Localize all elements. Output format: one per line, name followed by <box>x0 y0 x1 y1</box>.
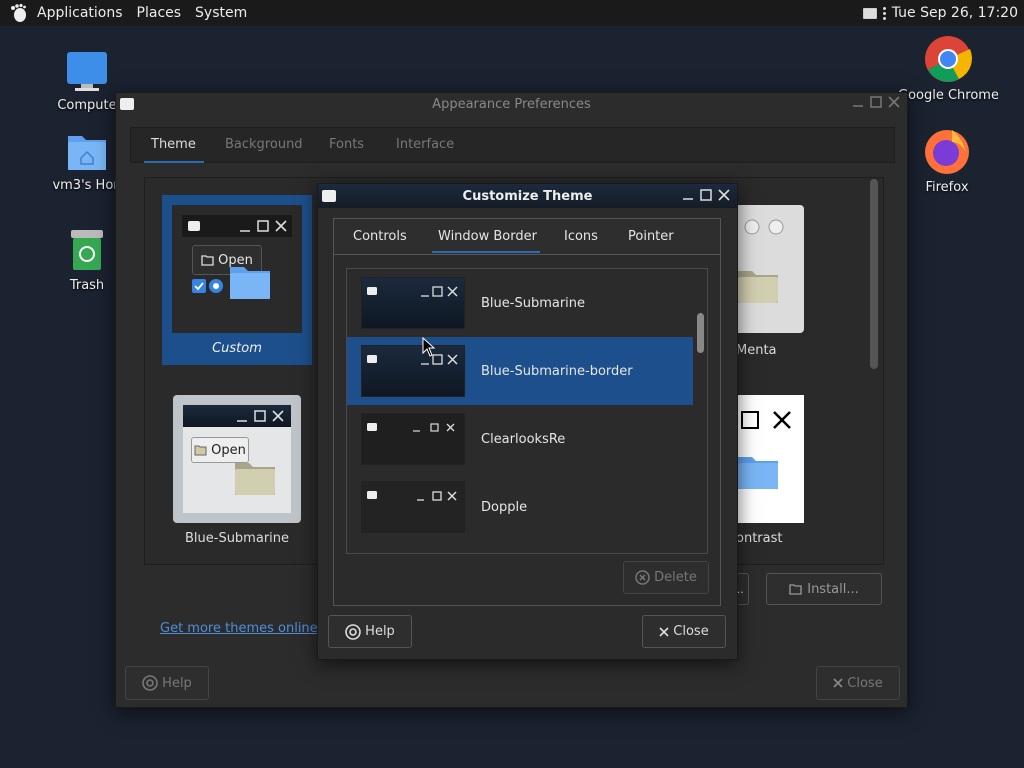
theme-custom-preview: Open <box>172 205 302 333</box>
install-button[interactable]: Install... <box>766 573 882 605</box>
preview-buttons-icon <box>367 491 457 501</box>
chrome-icon <box>925 36 972 82</box>
theme-blue-preview: Open <box>173 395 301 523</box>
list-item-label: ClearlooksRe <box>481 431 566 447</box>
tab-theme[interactable]: Theme <box>151 137 196 152</box>
theme-blue-label: Blue-Submarine <box>184 531 290 546</box>
more-icon[interactable] <box>882 6 886 20</box>
close-icon[interactable] <box>887 95 901 109</box>
tab-window-border-underline <box>432 251 540 253</box>
appearance-close-button[interactable]: Close <box>816 666 900 700</box>
tab-controls[interactable]: Controls <box>353 229 407 244</box>
top-panel: Applications Places System Tue Sep 26, 1… <box>0 0 1024 26</box>
desktop-chrome[interactable]: Google Chrome <box>898 34 998 103</box>
customize-titlebar[interactable]: Customize Theme <box>318 184 737 208</box>
trash-icon <box>71 230 103 270</box>
theme-custom[interactable]: Open Custom <box>162 195 312 365</box>
desktop-firefox[interactable]: Firefox <box>902 126 992 195</box>
close-icon[interactable] <box>717 188 731 202</box>
computer-icon <box>67 52 107 91</box>
folder-open-icon <box>194 445 207 456</box>
chrome-label: Google Chrome <box>898 88 998 103</box>
theme-custom-label: Custom <box>212 341 262 356</box>
customize-dialog: Customize Theme Controls Window Border I… <box>317 183 738 660</box>
theme-contrast-label: ontrast <box>736 531 783 546</box>
folder-open-icon <box>201 255 214 266</box>
system-menu[interactable]: System <box>188 0 254 26</box>
appearance-help-button[interactable]: Help <box>125 666 209 700</box>
minimize-icon[interactable] <box>851 95 865 109</box>
maximize-icon[interactable] <box>869 95 883 109</box>
list-item[interactable]: Blue-Submarine <box>347 269 693 337</box>
maximize-icon[interactable] <box>699 188 713 202</box>
delete-button[interactable]: Delete <box>623 561 709 594</box>
tab-icons[interactable]: Icons <box>564 229 598 244</box>
checkbox-icon <box>192 279 206 293</box>
theme-contrast[interactable]: ontrast <box>736 395 806 555</box>
gnome-foot-icon[interactable] <box>8 3 28 23</box>
window-icon <box>120 98 134 110</box>
theme-grid-scrollbar[interactable] <box>870 179 878 369</box>
preview-buttons-icon <box>240 220 287 232</box>
firefox-label: Firefox <box>925 180 969 195</box>
radio-icon <box>209 279 223 293</box>
tab-interface[interactable]: Interface <box>396 137 454 152</box>
theme-contrast-preview <box>736 395 804 523</box>
places-menu[interactable]: Places <box>130 0 189 26</box>
list-item-label: Blue-Submarine <box>481 295 586 311</box>
theme-menta[interactable]: Menta <box>736 205 806 365</box>
tab-theme-underline <box>144 161 204 163</box>
list-item-label: Blue-Submarine-border <box>481 363 633 379</box>
home-folder-icon <box>68 136 106 170</box>
list-item[interactable]: ClearlooksRe <box>347 405 693 473</box>
tab-background[interactable]: Background <box>225 137 303 152</box>
list-item-selected[interactable]: Blue-Submarine-border <box>347 337 693 405</box>
appearance-titlebar[interactable]: Appearance Preferences <box>116 93 907 115</box>
list-item[interactable]: Dopple <box>347 473 693 541</box>
folder-icon <box>738 457 778 489</box>
theme-menta-label: Menta <box>736 343 777 358</box>
list-scrollbar[interactable] <box>697 313 704 353</box>
preview-buttons-icon <box>237 410 284 422</box>
minimize-icon[interactable] <box>681 188 695 202</box>
window-icon <box>322 190 336 202</box>
clock[interactable]: Tue Sep 26, 17:20 <box>892 5 1018 21</box>
customize-close-button[interactable]: Close <box>642 615 726 648</box>
appearance-title: Appearance Preferences <box>432 96 591 112</box>
theme-menta-preview <box>736 205 804 333</box>
close-icon <box>659 626 669 637</box>
contrast-buttons-icon <box>741 411 791 429</box>
preview-buttons-icon <box>367 354 458 365</box>
preview-window-icon <box>188 221 200 231</box>
close-icon <box>833 678 843 688</box>
window-border-list: Blue-Submarine Blue-Submarine-border Cle… <box>346 268 708 554</box>
tab-window-border[interactable]: Window Border <box>438 229 537 244</box>
help-icon <box>345 623 361 640</box>
delete-icon <box>635 570 650 585</box>
menta-buttons-icon <box>744 219 784 235</box>
keyboard-icon[interactable] <box>862 7 877 19</box>
folder-open-icon <box>789 584 802 595</box>
folder-icon <box>235 463 275 495</box>
theme-blue-submarine[interactable]: Open Blue-Submarine <box>162 393 312 553</box>
preview-buttons-icon <box>367 286 458 297</box>
tab-fonts[interactable]: Fonts <box>329 137 364 152</box>
get-more-themes-link[interactable]: Get more themes online <box>160 621 318 636</box>
firefox-icon <box>925 130 969 174</box>
preview-buttons-icon <box>367 423 455 432</box>
folder-icon <box>738 271 778 303</box>
list-item-label: Dopple <box>481 499 528 515</box>
folder-icon <box>230 267 270 299</box>
applications-menu[interactable]: Applications <box>30 0 130 26</box>
help-icon <box>142 675 158 691</box>
mouse-cursor-icon <box>422 337 436 357</box>
customize-help-button[interactable]: Help <box>328 615 412 648</box>
tab-pointer[interactable]: Pointer <box>628 229 674 244</box>
customize-title: Customize Theme <box>462 188 593 204</box>
